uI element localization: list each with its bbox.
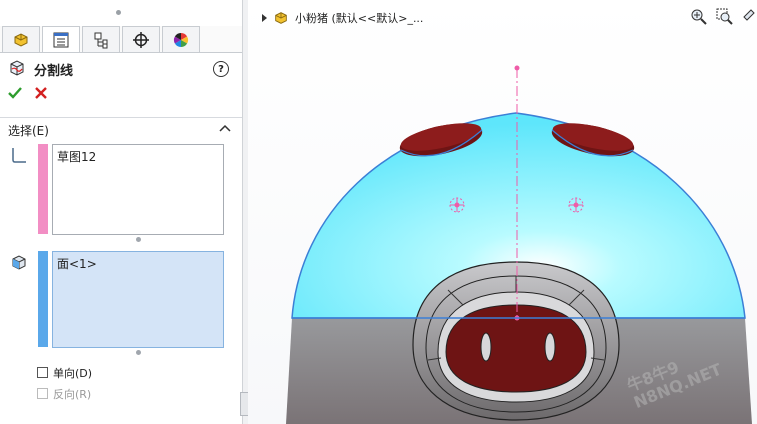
panel-resize-grip[interactable] <box>116 10 121 15</box>
part-name-label[interactable]: 小粉猪 (默认<<默认>_... <box>295 10 423 26</box>
color-wheel-icon <box>173 32 189 47</box>
property-list-icon <box>53 32 69 47</box>
dimxpert-tab[interactable] <box>122 26 160 52</box>
sketch-selection-list[interactable]: 草图12 <box>52 144 224 235</box>
property-manager-header: 分割线 <box>0 56 242 80</box>
property-manager-title: 分割线 <box>34 64 74 79</box>
right-nostril[interactable] <box>544 332 556 362</box>
sketch-selection-icon <box>12 148 26 163</box>
selection-section-title[interactable]: 选择(E) <box>8 122 49 139</box>
feature-tree-flyout[interactable]: 小粉猪 (默认<<默认>_... <box>262 10 423 26</box>
list-item[interactable]: 面<1> <box>57 255 219 272</box>
feature-tree-icon <box>14 32 28 47</box>
heads-up-view-toolbar <box>690 8 756 26</box>
feature-manager-tab[interactable] <box>2 26 40 52</box>
previous-view-icon[interactable] <box>742 8 756 26</box>
reverse-direction-label: 反向(R) <box>53 388 92 401</box>
face-selection-icon <box>12 255 26 270</box>
left-nostril[interactable] <box>480 332 492 362</box>
ok-checkmark-icon[interactable] <box>8 86 22 100</box>
sketch-color-swatch <box>38 144 48 234</box>
list-resize-grip[interactable] <box>136 237 141 242</box>
face-selection-list[interactable]: 面<1> <box>52 251 224 348</box>
part-icon <box>275 12 287 24</box>
sketch-point[interactable] <box>514 65 520 71</box>
crosshair-icon <box>133 31 149 48</box>
section-divider <box>0 117 242 118</box>
expand-arrow-icon[interactable] <box>262 14 267 22</box>
cancel-x-icon[interactable] <box>34 86 48 100</box>
chevron-up-icon[interactable] <box>219 124 231 132</box>
configuration-icon <box>94 32 108 48</box>
list-item[interactable]: 草图12 <box>57 148 219 165</box>
manager-tab-bar <box>0 26 242 53</box>
list-resize-grip[interactable] <box>136 350 141 355</box>
property-manager-tab[interactable] <box>42 26 80 52</box>
single-direction-checkbox[interactable] <box>37 367 48 378</box>
configuration-manager-tab[interactable] <box>82 26 120 52</box>
help-button[interactable]: ? <box>213 61 229 77</box>
zoom-to-fit-icon[interactable] <box>690 8 708 26</box>
property-manager-panel: 分割线 ? 选择(E) 草图12 面<1> 单向(D) 反向(R) <box>0 0 243 424</box>
zoom-to-area-icon[interactable] <box>716 8 734 26</box>
single-direction-label[interactable]: 单向(D) <box>53 365 92 381</box>
face-color-swatch <box>38 251 48 347</box>
display-manager-tab[interactable] <box>162 26 200 52</box>
split-line-icon <box>10 60 24 76</box>
snout[interactable] <box>412 261 620 421</box>
reverse-direction-checkbox <box>37 388 48 399</box>
